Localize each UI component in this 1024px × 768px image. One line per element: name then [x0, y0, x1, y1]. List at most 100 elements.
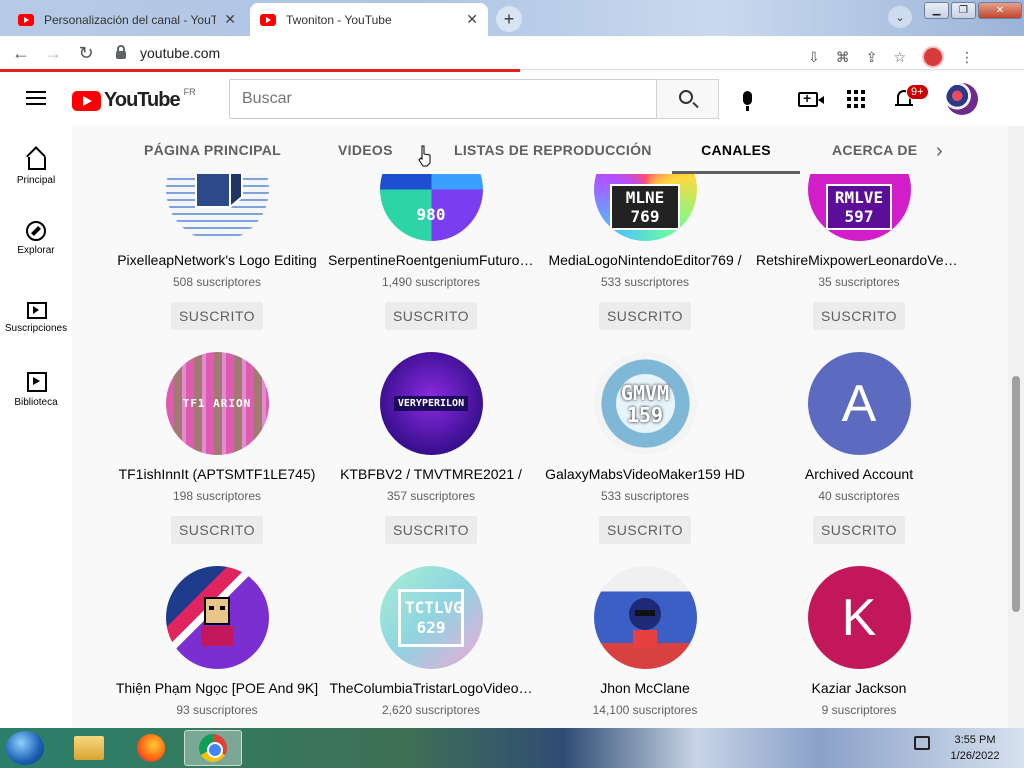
channel-card[interactable]: A Archived Account 40 suscriptores SUSCR…	[752, 352, 966, 544]
close-tab-icon[interactable]: ✕	[224, 11, 236, 28]
subscribed-button[interactable]: SUSCRITO	[812, 302, 906, 330]
channel-avatar[interactable]: MLNE 769	[593, 174, 697, 241]
subscribed-button[interactable]: SUSCRITO	[598, 516, 692, 544]
channel-avatar-text: RMLVE 597	[826, 183, 892, 230]
channel-avatar[interactable]	[165, 174, 269, 241]
channel-card[interactable]: RMLVE 597 RetshireMixpowerLeonardoVer… 3…	[752, 174, 966, 330]
sidebar-item-explorar[interactable]: Explorar	[0, 208, 72, 282]
subscribed-button[interactable]: SUSCRITO	[384, 302, 478, 330]
channel-avatar-text: MLNE 769	[610, 183, 680, 230]
channel-name[interactable]: MediaLogoNintendoEditor769 /	[538, 252, 752, 268]
start-button[interactable]	[6, 731, 44, 765]
channel-avatar[interactable]: A	[807, 352, 911, 455]
tab-canales[interactable]: CANALES	[672, 126, 800, 174]
subscriber-count: 14,100 suscriptores	[592, 703, 698, 717]
voice-search-button[interactable]	[729, 80, 765, 116]
forward-arrow-icon[interactable]: →	[42, 43, 64, 64]
channel-avatar[interactable]: GMVM 159	[593, 352, 697, 455]
subscribed-button[interactable]: SUSCRITO	[384, 516, 478, 544]
new-tab-button[interactable]: +	[496, 6, 522, 32]
tab-listas[interactable]: LISTAS DE REPRODUCCIÓN	[454, 126, 652, 174]
channel-card[interactable]: K Kaziar Jackson 9 suscriptores	[752, 566, 966, 717]
bookmark-star-icon[interactable]: ☆	[893, 49, 906, 66]
channel-name[interactable]: GalaxyMabsVideoMaker159 HD	[538, 466, 752, 482]
channel-avatar[interactable]: VERYPERILON	[379, 352, 483, 455]
chrome-profile-avatar[interactable]	[922, 46, 944, 68]
channel-avatar[interactable]: RMLVE 597	[807, 174, 911, 241]
close-window-button[interactable]: ✕	[978, 2, 1022, 19]
channel-avatar-text: TCTLVG 629	[398, 588, 464, 647]
channel-avatar[interactable]: TF1 ARION	[165, 352, 269, 455]
account-avatar[interactable]	[946, 83, 978, 115]
channel-card[interactable]: 980 SerpentineRoentgeniumFuturol… 1,490 …	[324, 174, 538, 330]
back-arrow-icon[interactable]: ←	[10, 43, 32, 64]
channel-card[interactable]: MLNE 769 MediaLogoNintendoEditor769 / 53…	[538, 174, 752, 330]
taskbar-chrome[interactable]	[184, 730, 242, 766]
subscribed-button[interactable]: SUSCRITO	[598, 302, 692, 330]
channel-card[interactable]: VERYPERILON KTBFBV2 / TMVTMRE2021 / 357 …	[324, 352, 538, 544]
channel-name[interactable]: PixelleapNetwork's Logo Editing	[110, 252, 324, 268]
subscribed-button[interactable]: SUSCRITO	[170, 302, 264, 330]
channel-card[interactable]: TCTLVG 629 TheColumbiaTristarLogoVideo… …	[324, 566, 538, 717]
system-clock[interactable]: 3:55 PM 1/26/2022	[940, 732, 1010, 764]
minimize-button[interactable]: ▁	[924, 2, 949, 19]
channel-avatar[interactable]: 980	[379, 174, 483, 241]
lock-icon[interactable]	[116, 45, 126, 59]
search-button[interactable]	[656, 79, 719, 119]
channel-avatar[interactable]	[593, 566, 697, 669]
scrollbar-thumb[interactable]	[1012, 376, 1020, 612]
channel-avatar[interactable]: TCTLVG 629	[379, 566, 483, 669]
create-video-button[interactable]	[796, 87, 824, 111]
channel-name[interactable]: TheColumbiaTristarLogoVideo…	[324, 680, 538, 696]
translate-icon[interactable]: ⌘	[836, 49, 850, 66]
tab-videos[interactable]: VIDEOS	[338, 126, 393, 174]
install-icon[interactable]: ⇩	[808, 49, 820, 66]
youtube-logo[interactable]: YouTube FR	[72, 87, 196, 112]
channel-card[interactable]: Jhon McClane 14,100 suscriptores	[538, 566, 752, 717]
address-bar[interactable]: youtube.com ⇩ ⌘ ⇪ ☆ ⋮	[108, 40, 988, 68]
channel-name[interactable]: TF1ishInnIt (APTSMTF1LE745)	[110, 466, 324, 482]
channel-card[interactable]: Thiện Phạm Ngọc [POE And 9K] 93 suscript…	[110, 566, 324, 717]
channel-name[interactable]: Jhon McClane	[538, 680, 752, 696]
chevron-right-icon[interactable]: ›	[936, 140, 943, 163]
subscriber-count: 2,620 suscriptores	[381, 703, 481, 717]
close-tab-icon[interactable]: ✕	[466, 11, 478, 28]
chrome-menu-icon[interactable]: ⋮	[960, 49, 974, 66]
browser-toolbar: ← → ↻ youtube.com ⇩ ⌘ ⇪ ☆ ⋮	[0, 36, 1024, 70]
channel-avatar[interactable]	[165, 566, 269, 669]
share-icon[interactable]: ⇪	[866, 49, 878, 66]
subscribed-button[interactable]: SUSCRITO	[812, 516, 906, 544]
tab-pagina-principal[interactable]: PÁGINA PRINCIPAL	[144, 126, 281, 174]
hamburger-menu-icon[interactable]	[26, 91, 46, 105]
browser-tab-twoniton[interactable]: Twoniton - YouTube ✕	[250, 3, 488, 36]
network-icon[interactable]	[914, 736, 930, 750]
apps-button[interactable]	[844, 87, 868, 111]
channel-avatar[interactable]: K	[807, 566, 911, 669]
channel-name[interactable]: KTBFBV2 / TMVTMRE2021 /	[324, 466, 538, 482]
channel-card[interactable]: GMVM 159 GalaxyMabsVideoMaker159 HD 533 …	[538, 352, 752, 544]
tab-search-icon[interactable]: ⌄	[888, 6, 912, 28]
search-input[interactable]	[229, 79, 657, 119]
reload-icon[interactable]: ↻	[75, 43, 97, 64]
subscriber-count: 93 suscriptores	[176, 703, 258, 717]
channel-card[interactable]: PixelleapNetwork's Logo Editing 508 susc…	[110, 174, 324, 330]
sidebar-item-biblioteca[interactable]: Biblioteca	[0, 356, 72, 430]
subscribed-button[interactable]: SUSCRITO	[170, 516, 264, 544]
subscriptions-icon	[24, 295, 48, 319]
browser-tab-channel-customization[interactable]: Personalización del canal - YouTube ✕	[8, 3, 246, 36]
channel-name[interactable]: Kaziar Jackson	[752, 680, 966, 696]
tab-acerca-de[interactable]: ACERCA DE	[832, 126, 917, 174]
channel-name[interactable]: RetshireMixpowerLeonardoVer…	[752, 252, 966, 268]
subscriber-count: 35 suscriptores	[818, 275, 900, 289]
character-avatar-icon	[201, 596, 233, 646]
taskbar-explorer[interactable]	[60, 730, 118, 766]
sidebar-item-principal[interactable]: Principal	[0, 134, 72, 208]
channel-card[interactable]: TF1 ARION TF1ishInnIt (APTSMTF1LE745) 19…	[110, 352, 324, 544]
youtube-masthead: YouTube FR 9+	[0, 72, 1024, 126]
sidebar-item-suscripciones[interactable]: Suscripciones	[0, 282, 72, 356]
channel-name[interactable]: SerpentineRoentgeniumFuturol…	[324, 252, 538, 268]
maximize-button[interactable]: ❐	[951, 2, 976, 19]
channel-name[interactable]: Thiện Phạm Ngọc [POE And 9K]	[110, 680, 324, 696]
channel-name[interactable]: Archived Account	[752, 466, 966, 482]
taskbar-firefox[interactable]	[122, 730, 180, 766]
